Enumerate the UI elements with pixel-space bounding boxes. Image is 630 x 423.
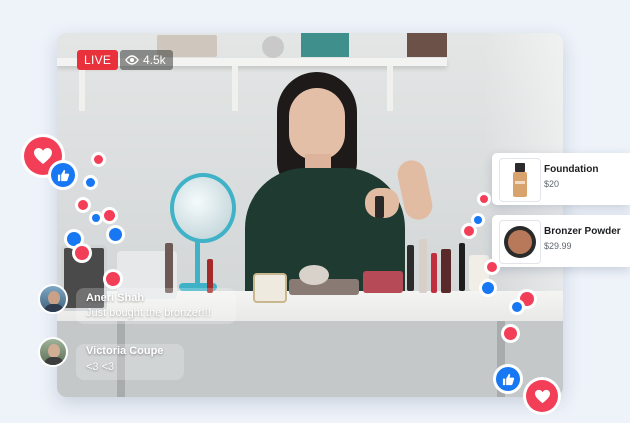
avatar[interactable]: [38, 284, 68, 314]
heart-reaction-icon: [520, 292, 534, 306]
like-reaction-icon: [512, 302, 522, 312]
live-badge: LIVE: [77, 50, 119, 70]
product-price: $20: [544, 179, 560, 189]
eye-icon: [125, 55, 139, 65]
product-card-bronzer-powder[interactable]: Bronzer Powder $29.99: [492, 215, 630, 267]
like-reaction-icon: [474, 216, 482, 224]
product-price: $29.99: [544, 241, 572, 251]
like-reaction-icon: [92, 214, 100, 222]
viewer-count: 4.5k: [143, 53, 166, 67]
like-reaction-icon: [109, 228, 122, 241]
clock-decor: [262, 36, 284, 58]
product-name: Foundation: [544, 164, 599, 175]
like-reaction-icon: [496, 367, 520, 391]
comment-text: Just bought the bronzer!!!: [86, 307, 211, 319]
viewer-count-badge: 4.5k: [120, 50, 173, 70]
comment-author: Victoria Coupe: [86, 345, 164, 357]
product-name: Bronzer Powder: [544, 226, 621, 237]
comment-author: Aneri Shah: [86, 292, 145, 304]
heart-reaction-icon: [526, 380, 558, 412]
heart-reaction-icon: [75, 246, 89, 260]
foundation-bottle-icon: [499, 158, 541, 202]
heart-reaction-icon: [106, 272, 120, 286]
like-reaction-icon: [51, 163, 75, 187]
heart-reaction-icon: [104, 210, 115, 221]
like-reaction-icon: [67, 232, 81, 246]
product-card-foundation[interactable]: Foundation $20: [492, 153, 630, 205]
avatar[interactable]: [38, 337, 68, 367]
live-video-player[interactable]: [57, 33, 563, 397]
heart-reaction-icon: [504, 327, 517, 340]
heart-reaction-icon: [78, 200, 88, 210]
like-reaction-icon: [482, 282, 494, 294]
heart-reaction-icon: [464, 226, 474, 236]
comment-text: <3 <3: [86, 361, 115, 373]
like-reaction-icon: [86, 178, 95, 187]
heart-reaction-icon: [487, 262, 497, 272]
bronzer-compact-icon: [499, 220, 541, 264]
heart-reaction-icon: [480, 195, 488, 203]
live-stream-mockup: LIVE 4.5k Foundation $20 Bronzer Powder …: [0, 0, 630, 423]
heart-reaction-icon: [94, 155, 103, 164]
